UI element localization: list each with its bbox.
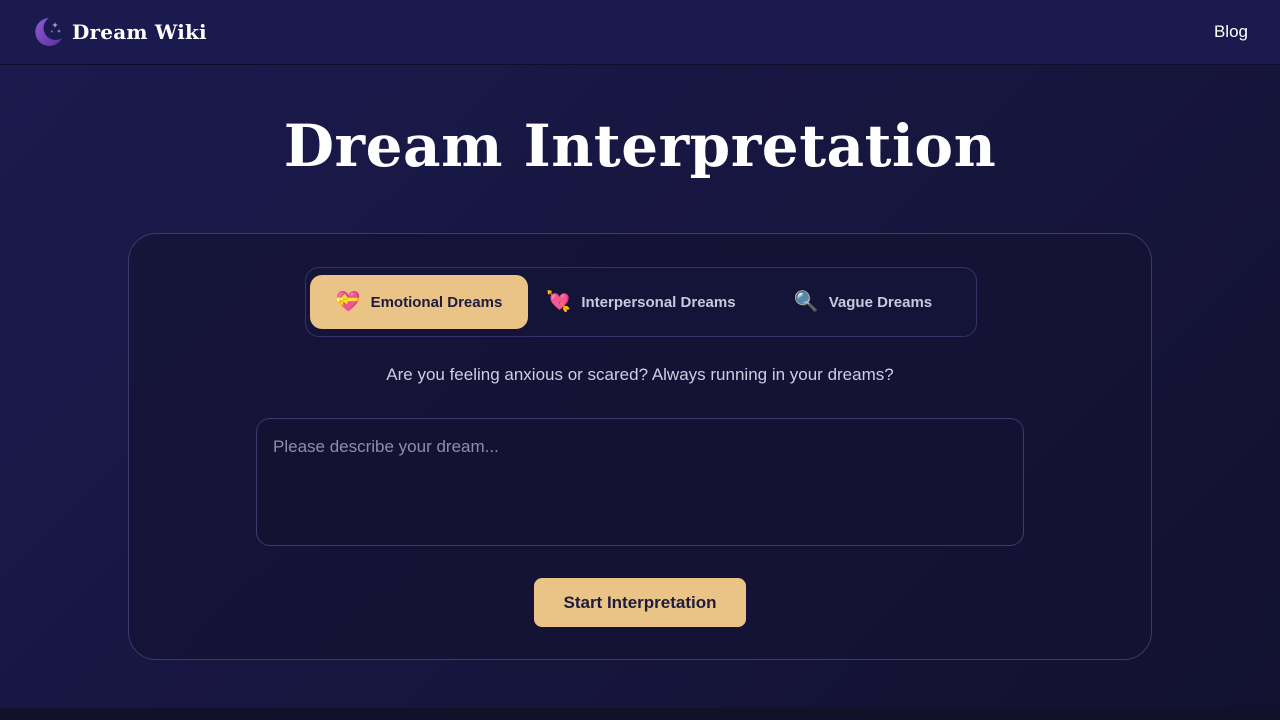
tab-prompt-text: Are you feeling anxious or scared? Alway… [386,365,894,384]
tab-vague-dreams[interactable]: 🔍 Vague Dreams [754,275,972,329]
start-interpretation-button[interactable]: Start Interpretation [534,578,746,627]
tab-label: Emotional Dreams [370,293,503,311]
dream-type-tabs: 💝 Emotional Dreams 💘 Interpersonal Dream… [305,267,977,337]
tab-emotional-dreams[interactable]: 💝 Emotional Dreams [310,275,528,329]
magnifier-icon: 🔍 [793,291,819,313]
heart-gift-icon: 💝 [335,291,361,313]
interpretation-card: 💝 Emotional Dreams 💘 Interpersonal Dream… [128,233,1152,660]
tab-label: Vague Dreams [828,293,933,311]
top-nav-bar: Dream Wiki Blog [0,0,1280,65]
brand-name: Dream Wiki [72,20,207,44]
tab-interpersonal-dreams[interactable]: 💘 Interpersonal Dreams [532,275,750,329]
blog-nav-link[interactable]: Blog [1214,22,1248,42]
page-title: Dream Interpretation [283,112,997,180]
tab-label: Interpersonal Dreams [581,293,736,311]
brand-logo-link[interactable]: Dream Wiki [32,16,207,48]
dream-description-input[interactable] [256,418,1024,546]
heart-arrow-icon: 💘 [546,291,572,313]
footer-edge [0,708,1280,720]
crescent-moon-sparkle-icon [35,18,62,46]
